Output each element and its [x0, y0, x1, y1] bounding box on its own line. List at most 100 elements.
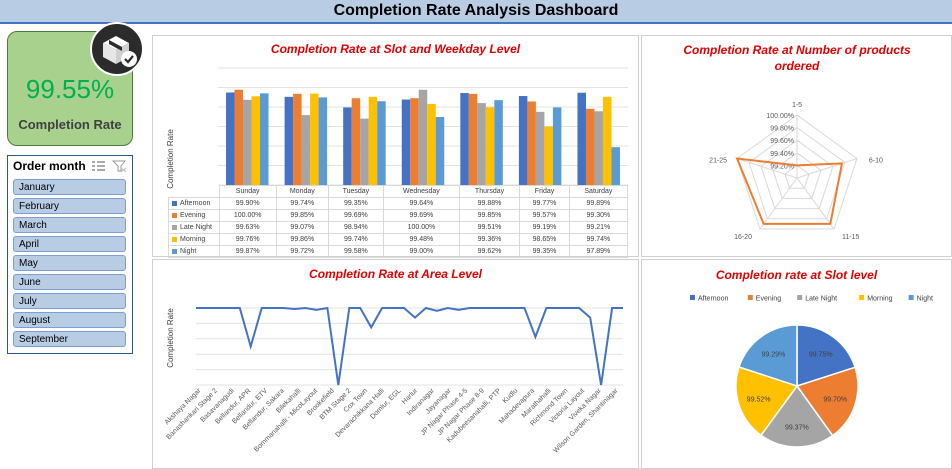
data-label: 99.35%	[327, 197, 385, 210]
bar-afternoon	[284, 96, 294, 185]
bar-late-night	[477, 103, 486, 185]
data-label: 99.86%	[275, 233, 329, 246]
table-row: Morning 99.76% 99.86% 99.74% 99.48% 99.3…	[168, 233, 629, 246]
table-col-header: Tuesday	[327, 185, 385, 198]
bar-morning	[544, 126, 553, 185]
table-row: Late Night 99.63% 99.07% 98.94% 100.00% …	[168, 221, 629, 234]
data-label: 99.69%	[327, 209, 385, 222]
slicer-title: Order month	[13, 159, 86, 173]
legend-swatch	[747, 295, 753, 300]
slicer-item-march[interactable]: March	[13, 217, 126, 233]
radar-category-label: 6-10	[869, 158, 883, 165]
radar-category-label: 21-25	[709, 158, 727, 165]
radar-tick-label: 99.60%	[770, 138, 794, 145]
data-label: 99.87%	[218, 245, 277, 258]
kpi-value: 99.55%	[25, 74, 115, 104]
radar-chart: 99.20%99.40%99.60%99.80%100.00%1-56-1011…	[709, 102, 883, 241]
bar-night	[260, 93, 269, 185]
bar-late-night	[418, 89, 428, 185]
multi-select-icon[interactable]	[92, 161, 105, 171]
slicer-item-september[interactable]: September	[13, 331, 126, 347]
data-label: 99.89%	[568, 197, 629, 210]
line-y-axis-label: Completion Rate	[166, 308, 175, 368]
radar-category-label: 16-20	[734, 234, 752, 241]
data-label: 99.74%	[275, 197, 329, 210]
bar-late-night	[243, 99, 252, 185]
data-label: 99.64%	[383, 197, 460, 210]
bar-morning	[368, 96, 378, 185]
legend-afternoon: Afternoon	[180, 200, 211, 207]
legend-late-night: Late Night	[180, 224, 212, 231]
data-label: 99.58%	[327, 245, 385, 258]
table-row: Evening 100.00% 99.85% 99.69% 99.69% 99.…	[168, 209, 629, 222]
slicer-item-august[interactable]: August	[13, 312, 126, 328]
bar-morning	[602, 96, 612, 185]
bar-afternoon	[460, 93, 469, 185]
slot-weekday-panel: Completion Rate at Slot and Weekday Leve…	[152, 35, 639, 258]
data-label: 98.94%	[327, 221, 385, 234]
data-label: 100.00%	[218, 209, 277, 222]
x-tick-label: Domlur, EGL	[369, 387, 402, 420]
bar-evening	[351, 98, 361, 185]
kpi-label: Completion Rate	[18, 117, 122, 132]
legend-swatch	[690, 295, 695, 300]
table-col-header: Monday	[275, 185, 329, 198]
table-col-header: Wednesday	[383, 185, 460, 198]
bar-evening	[468, 93, 478, 185]
legend-evening: Evening	[180, 212, 206, 219]
table-col-header: Saturday	[568, 185, 629, 198]
area-series-line	[196, 306, 623, 386]
bar-evening	[585, 108, 595, 185]
slicer-item-july[interactable]: July	[13, 293, 126, 309]
bar-afternoon	[401, 99, 411, 185]
legend-label: Night	[917, 296, 933, 303]
pie-data-label: 99.37%	[785, 424, 809, 431]
data-label: 99.90%	[218, 197, 277, 210]
bar-evening	[410, 98, 419, 185]
bar-afternoon	[518, 96, 528, 185]
data-label: 99.76%	[218, 233, 277, 246]
data-label: 97.89%	[568, 245, 629, 258]
area-line-panel: Completion Rate at Area Level Completion…	[152, 259, 639, 469]
data-label: 99.51%	[458, 221, 521, 234]
data-label: 99.77%	[519, 197, 570, 210]
pie-data-label: 99.52%	[747, 396, 771, 403]
bar-night	[552, 107, 562, 185]
pie-data-label: 99.29%	[762, 351, 786, 358]
radar-tick-label: 100.00%	[766, 113, 794, 120]
data-label: 99.07%	[275, 221, 329, 234]
radar-category-label: 11-15	[842, 234, 859, 241]
data-label: 99.21%	[568, 221, 629, 234]
data-label: 100.00%	[383, 221, 460, 234]
data-label: 99.57%	[519, 209, 570, 222]
delivery-box-check-icon	[90, 22, 144, 76]
bar-late-night	[594, 111, 603, 185]
products-radar-panel: Completion Rate at Number of products or…	[641, 35, 952, 257]
data-label: 99.85%	[458, 209, 521, 222]
order-month-slicer: Order month January February March April…	[7, 155, 133, 354]
data-label: 99.72%	[275, 245, 329, 258]
data-label: 99.00%	[383, 245, 460, 258]
bar-afternoon	[343, 107, 352, 185]
table-col-header: Friday	[519, 185, 570, 198]
clear-filter-icon[interactable]	[111, 160, 127, 173]
slicer-item-june[interactable]: June	[13, 274, 126, 290]
pie-data-label: 99.75%	[809, 351, 833, 358]
slicer-item-april[interactable]: April	[13, 236, 126, 252]
legend-label: Morning	[867, 296, 892, 303]
legend-label: Afternoon	[698, 296, 728, 303]
bar-evening	[234, 89, 244, 185]
bar-night	[611, 147, 620, 185]
slicer-item-january[interactable]: January	[13, 179, 126, 195]
bar-late-night	[535, 111, 545, 185]
slicer-item-may[interactable]: May	[13, 255, 126, 271]
data-label: 99.63%	[218, 221, 277, 234]
line-chart: Completion Rate Akshaya NagarBanashankar…	[164, 306, 623, 455]
radar-tick-label: 99.40%	[770, 151, 794, 158]
bar-y-axis-label: Completion Rate	[166, 129, 175, 189]
slicer-item-february[interactable]: February	[13, 198, 126, 214]
bar-morning	[485, 107, 495, 185]
legend-morning: Morning	[180, 236, 206, 243]
radar-tick-label: 99.80%	[770, 126, 794, 133]
legend-label: Evening	[756, 296, 781, 303]
